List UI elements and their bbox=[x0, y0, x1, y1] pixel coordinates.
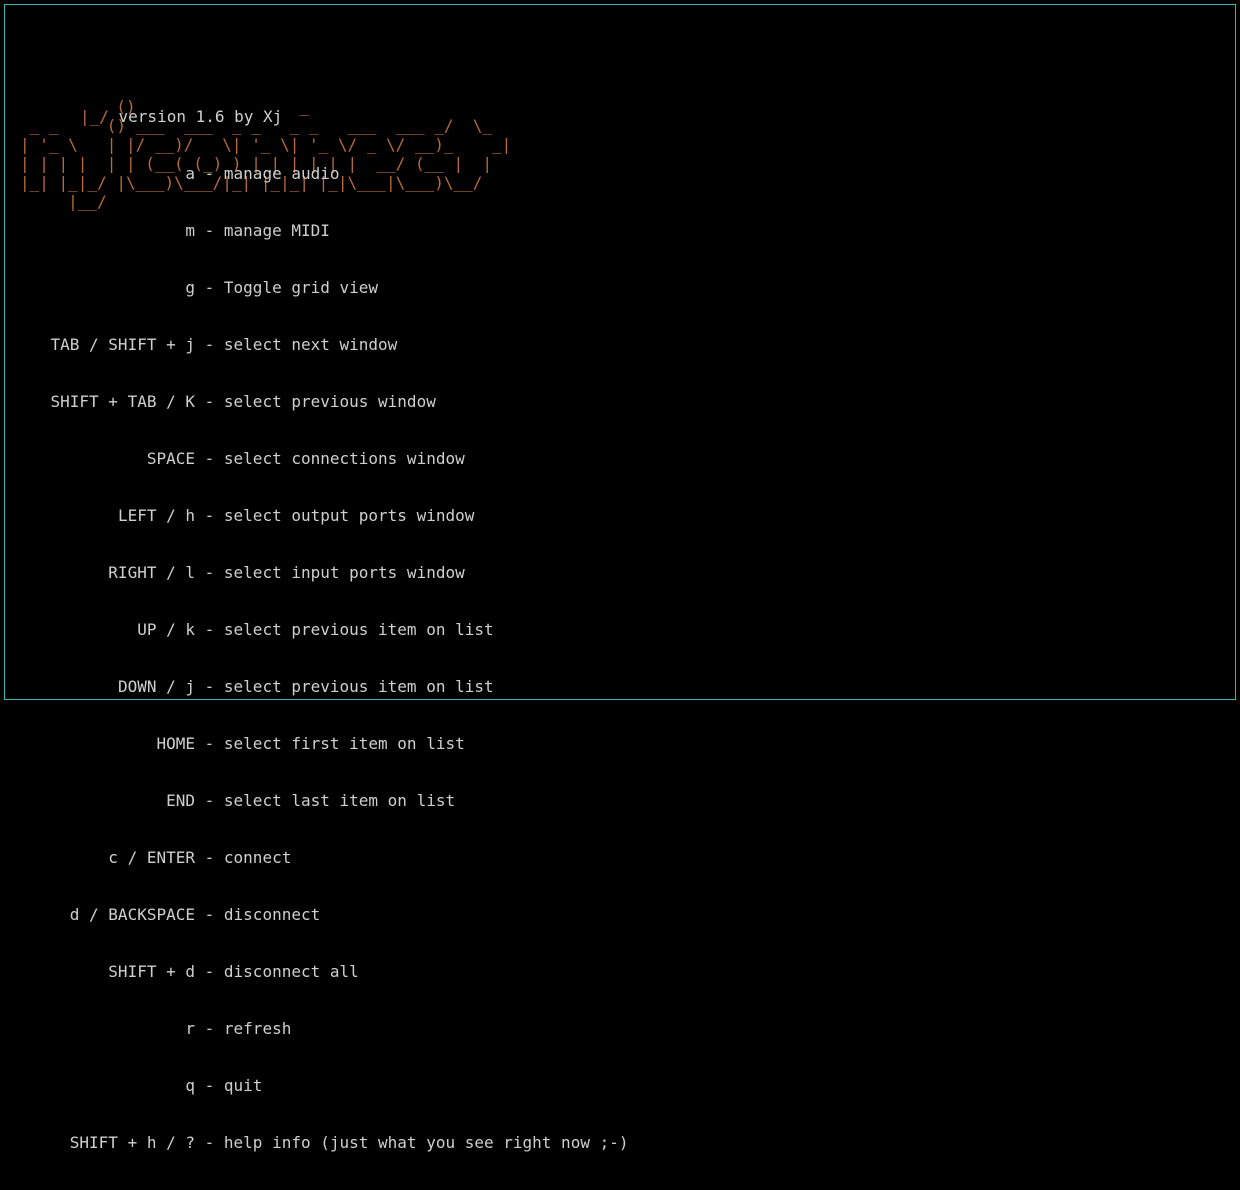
help-desc: connect bbox=[224, 848, 291, 867]
help-sep: - bbox=[195, 164, 224, 183]
help-sep: - bbox=[195, 335, 224, 354]
help-sep: - bbox=[195, 677, 224, 696]
help-list: a - manage audio m - manage MIDI g - Tog… bbox=[20, 126, 628, 1190]
help-sep: - bbox=[195, 905, 224, 924]
help-sep: - bbox=[195, 620, 224, 639]
help-sep: - bbox=[195, 278, 224, 297]
help-row: TAB / SHIFT + j - select next window bbox=[20, 335, 628, 354]
help-sep: - bbox=[195, 506, 224, 525]
help-row: m - manage MIDI bbox=[20, 221, 628, 240]
help-sep: - bbox=[195, 449, 224, 468]
help-desc: manage audio bbox=[224, 164, 340, 183]
help-desc: select previous item on list bbox=[224, 620, 494, 639]
version-text: version 1.6 by Xj bbox=[119, 107, 283, 126]
help-key: d / BACKSPACE bbox=[20, 905, 195, 924]
help-desc: select last item on list bbox=[224, 791, 455, 810]
version-prefix: |_/ bbox=[80, 107, 119, 126]
help-desc: select first item on list bbox=[224, 734, 465, 753]
help-row: DOWN / j - select previous item on list bbox=[20, 677, 628, 696]
help-sep: - bbox=[195, 221, 224, 240]
help-desc: refresh bbox=[224, 1019, 291, 1038]
help-row: d / BACKSPACE - disconnect bbox=[20, 905, 628, 924]
help-desc: help info (just what you see right now ;… bbox=[224, 1133, 629, 1152]
help-desc: select output ports window bbox=[224, 506, 474, 525]
help-row: r - refresh bbox=[20, 1019, 628, 1038]
help-row: a - manage audio bbox=[20, 164, 628, 183]
terminal-content: () _ _ _ () ___ ___ _ _ _ _ ___ ___ _/ \… bbox=[20, 12, 1220, 692]
help-row: g - Toggle grid view bbox=[20, 278, 628, 297]
help-key: g bbox=[20, 278, 195, 297]
help-desc: select connections window bbox=[224, 449, 465, 468]
help-desc: disconnect all bbox=[224, 962, 359, 981]
help-desc: Toggle grid view bbox=[224, 278, 378, 297]
help-key: a bbox=[20, 164, 195, 183]
help-key: SHIFT + TAB / K bbox=[20, 392, 195, 411]
help-sep: - bbox=[195, 1133, 224, 1152]
help-sep: - bbox=[195, 848, 224, 867]
help-key: q bbox=[20, 1076, 195, 1095]
help-key: SHIFT + d bbox=[20, 962, 195, 981]
help-key: SPACE bbox=[20, 449, 195, 468]
help-sep: - bbox=[195, 791, 224, 810]
help-desc: quit bbox=[224, 1076, 263, 1095]
help-row: HOME - select first item on list bbox=[20, 734, 628, 753]
help-desc: select input ports window bbox=[224, 563, 465, 582]
help-sep: - bbox=[195, 392, 224, 411]
version-line: |_/ version 1.6 by Xj bbox=[80, 107, 282, 126]
help-sep: - bbox=[195, 962, 224, 981]
help-row: SHIFT + TAB / K - select previous window bbox=[20, 392, 628, 411]
help-key: r bbox=[20, 1019, 195, 1038]
help-sep: - bbox=[195, 563, 224, 582]
help-key: TAB / SHIFT + j bbox=[20, 335, 195, 354]
help-key: m bbox=[20, 221, 195, 240]
help-desc: select previous item on list bbox=[224, 677, 494, 696]
help-row: SPACE - select connections window bbox=[20, 449, 628, 468]
help-key: c / ENTER bbox=[20, 848, 195, 867]
help-desc: disconnect bbox=[224, 905, 320, 924]
help-key: DOWN / j bbox=[20, 677, 195, 696]
help-row: LEFT / h - select output ports window bbox=[20, 506, 628, 525]
help-desc: manage MIDI bbox=[224, 221, 330, 240]
help-row: c / ENTER - connect bbox=[20, 848, 628, 867]
help-sep: - bbox=[195, 1076, 224, 1095]
help-key: UP / k bbox=[20, 620, 195, 639]
help-key: END bbox=[20, 791, 195, 810]
help-sep: - bbox=[195, 1019, 224, 1038]
help-desc: select previous window bbox=[224, 392, 436, 411]
help-key: HOME bbox=[20, 734, 195, 753]
help-row: END - select last item on list bbox=[20, 791, 628, 810]
help-desc: select next window bbox=[224, 335, 397, 354]
help-row: UP / k - select previous item on list bbox=[20, 620, 628, 639]
help-row: RIGHT / l - select input ports window bbox=[20, 563, 628, 582]
help-key: SHIFT + h / ? bbox=[20, 1133, 195, 1152]
help-key: RIGHT / l bbox=[20, 563, 195, 582]
help-sep: - bbox=[195, 734, 224, 753]
help-row: SHIFT + d - disconnect all bbox=[20, 962, 628, 981]
help-row: q - quit bbox=[20, 1076, 628, 1095]
help-row: SHIFT + h / ? - help info (just what you… bbox=[20, 1133, 628, 1152]
help-key: LEFT / h bbox=[20, 506, 195, 525]
